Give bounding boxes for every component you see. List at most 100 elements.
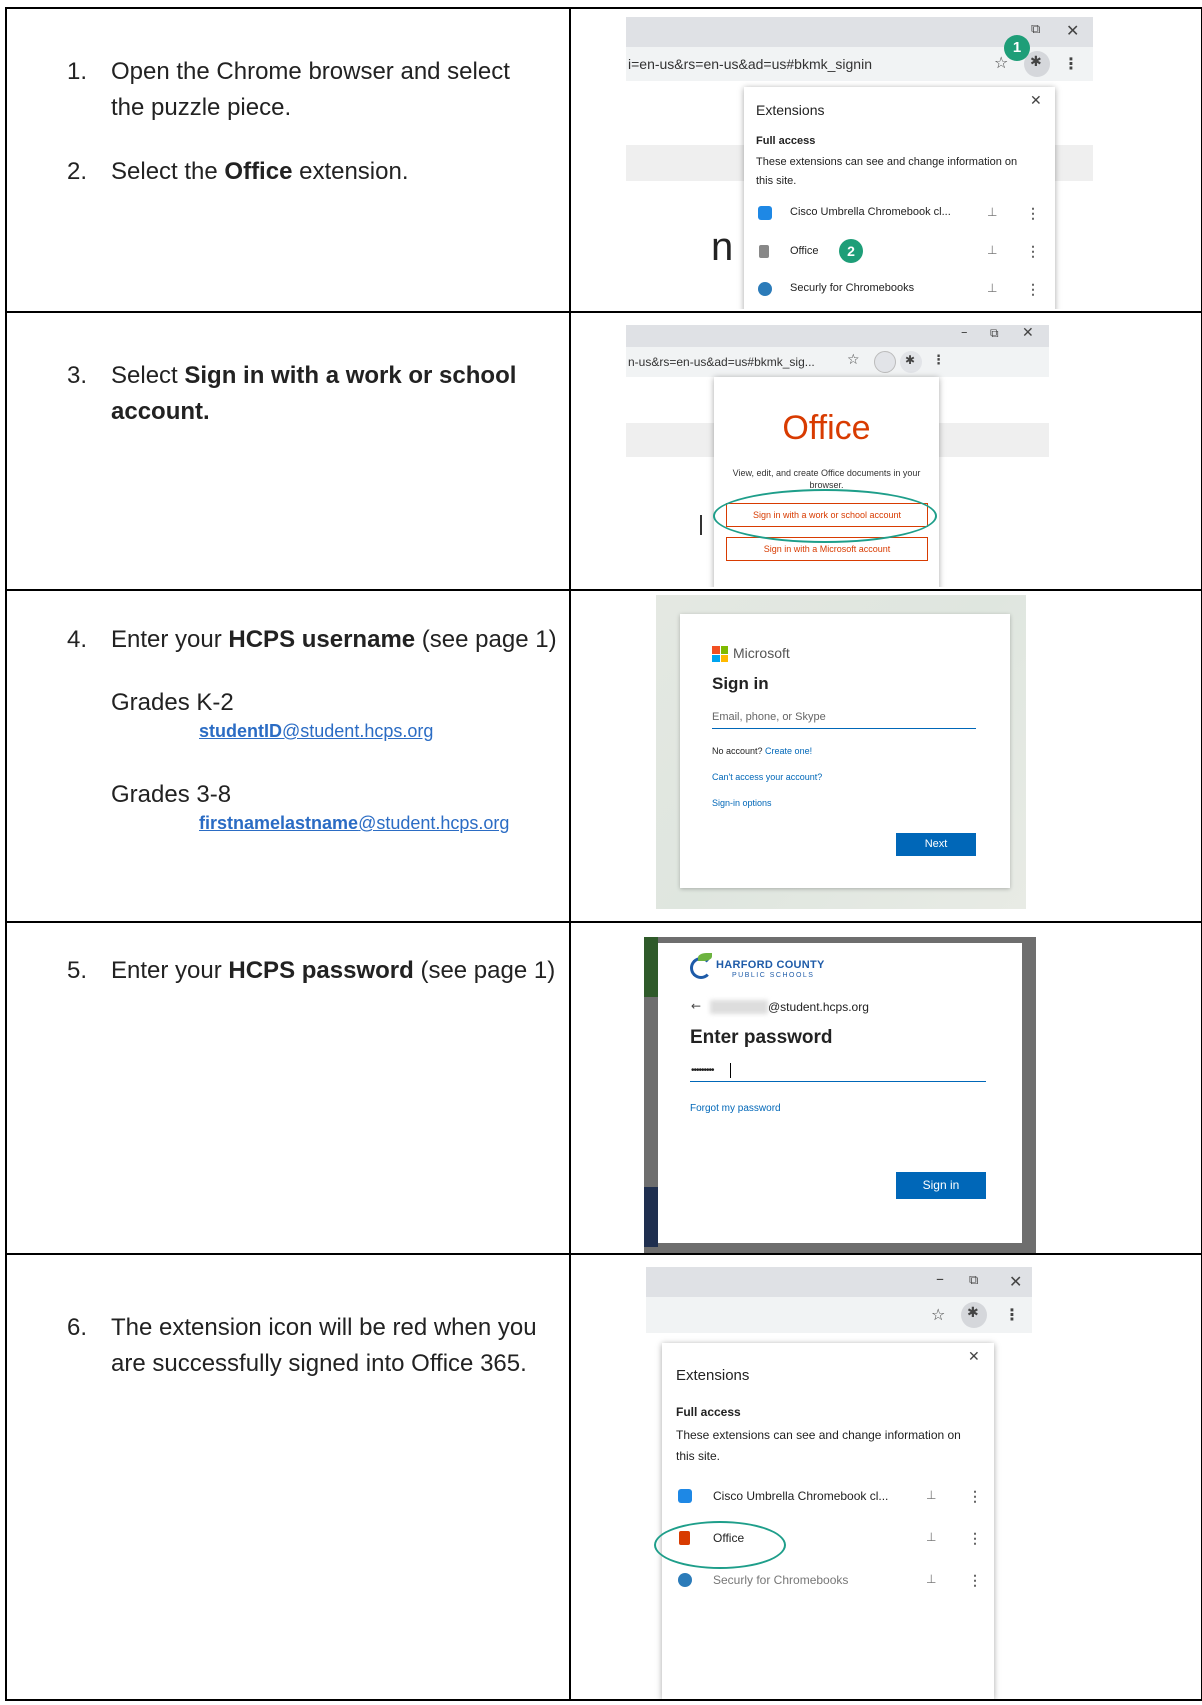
- grades-3-8-label: Grades 3-8: [111, 781, 232, 808]
- step-row-5: 5. Enter your HCPS password (see page 1)…: [5, 921, 1202, 1255]
- step-6: 6. The extension icon will be red when y…: [67, 1314, 537, 1377]
- email-input[interactable]: Email, phone, or Skype: [712, 711, 826, 723]
- minimize-icon[interactable]: –: [936, 1269, 944, 1288]
- step-text-cell: 4. Enter your HCPS username (see page 1)…: [5, 589, 571, 923]
- step-row-3: 3. Select Sign in with a work or school …: [5, 311, 1202, 591]
- extension-item-office[interactable]: Office 2 ⊥ ⋮: [744, 233, 1055, 271]
- microsoft-logo-icon: [712, 646, 728, 662]
- forgot-password-link[interactable]: Forgot my password: [690, 1103, 781, 1114]
- bookmark-star-icon[interactable]: ☆: [847, 352, 860, 368]
- cisco-icon: [758, 206, 772, 220]
- bookmark-star-icon[interactable]: ☆: [931, 1305, 945, 1324]
- puzzle-icon: ✱: [1030, 54, 1042, 70]
- pin-icon[interactable]: ⊥: [987, 281, 997, 295]
- pin-icon[interactable]: ⊥: [926, 1572, 936, 1586]
- full-access-description: These extensions can see and change info…: [756, 156, 1018, 187]
- create-account-link[interactable]: Create one!: [765, 746, 812, 756]
- full-access-description: These extensions can see and change info…: [676, 1428, 961, 1463]
- restore-icon[interactable]: ⧉: [969, 1273, 978, 1288]
- pin-icon[interactable]: ⊥: [987, 205, 997, 219]
- chrome-menu-icon[interactable]: ⋮: [1063, 54, 1079, 73]
- more-icon[interactable]: ⋮: [968, 1572, 982, 1589]
- office-description: View, edit, and create Office documents …: [732, 468, 921, 490]
- popup-title: Extensions: [676, 1367, 750, 1384]
- hcps-logo-text: HARFORD COUNTY: [716, 959, 825, 971]
- microsoft-signin-screenshot: Microsoft Sign in Email, phone, or Skype…: [656, 595, 1026, 909]
- step-row-4: 4. Enter your HCPS username (see page 1)…: [5, 589, 1202, 923]
- account-email: @student.hcps.org: [768, 1000, 869, 1014]
- step-text-cell: 3. Select Sign in with a work or school …: [5, 311, 571, 591]
- popup-title: Extensions: [756, 102, 825, 118]
- more-icon[interactable]: ⋮: [1026, 205, 1040, 222]
- extension-item-cisco[interactable]: Cisco Umbrella Chromebook cl... ⊥ ⋮: [744, 195, 1055, 233]
- securly-icon: [758, 282, 772, 296]
- more-icon[interactable]: ⋮: [1026, 281, 1040, 298]
- instruction-document: 1. Open the Chrome browser and select th…: [5, 7, 1202, 1701]
- hcps-password-screenshot: HARFORD COUNTY PUBLIC SCHOOLS ← @student…: [644, 937, 1036, 1253]
- step-row-6: 6. The extension icon will be red when y…: [5, 1253, 1202, 1701]
- address-bar-url[interactable]: n-us&rs=en-us&ad=us#bkmk_sig...: [628, 355, 815, 369]
- chrome-menu-icon[interactable]: ⋮: [1004, 1305, 1020, 1324]
- screenshot-cell: ⧉ ✕ i=en-us&rs=en-us&ad=us#bkmk_signin ☆…: [569, 7, 1202, 313]
- step-text-cell: 5. Enter your HCPS password (see page 1): [5, 921, 571, 1255]
- more-icon[interactable]: ⋮: [968, 1488, 982, 1505]
- screenshot-cell: Microsoft Sign in Email, phone, or Skype…: [569, 589, 1202, 923]
- step-2: 2. Select the Office extension.: [67, 158, 409, 185]
- more-icon[interactable]: ⋮: [968, 1530, 982, 1547]
- background-page-text: n: [711, 225, 734, 269]
- full-access-heading: Full access: [676, 1405, 741, 1419]
- no-account-text: No account? Create one!: [712, 746, 813, 756]
- screenshot-cell: – ⧉ ✕ ☆ ✱ ⋮ Extensions ✕ Full access The…: [569, 1253, 1202, 1701]
- step-5: 5. Enter your HCPS password (see page 1): [67, 957, 556, 984]
- step-1: 1. Open the Chrome browser and select th…: [67, 58, 510, 121]
- sign-in-button[interactable]: Sign in: [896, 1172, 986, 1199]
- popup-close-icon[interactable]: ✕: [1030, 93, 1042, 109]
- callout-badge-1: 1: [1004, 35, 1030, 61]
- back-arrow-icon[interactable]: ←: [691, 999, 701, 1013]
- step-text-cell: 1. Open the Chrome browser and select th…: [5, 7, 571, 313]
- office-brand-title: Office: [782, 409, 871, 447]
- extension-item-securly[interactable]: Securly for Chromebooks ⊥ ⋮: [744, 271, 1055, 309]
- steps-table: 1. Open the Chrome browser and select th…: [5, 7, 1202, 1701]
- hcps-logo-subtext: PUBLIC SCHOOLS: [732, 972, 815, 979]
- step-4: 4. Enter your HCPS username (see page 1): [67, 626, 557, 653]
- highlight-oval: [654, 1521, 786, 1569]
- extension-item-cisco[interactable]: Cisco Umbrella Chromebook cl... ⊥ ⋮: [662, 1475, 994, 1517]
- restore-icon[interactable]: ⧉: [1031, 22, 1040, 37]
- grades-k2-email: studentID@student.hcps.org: [199, 721, 434, 741]
- grades-3-8-email: firstnamelastname@student.hcps.org: [199, 813, 510, 833]
- address-bar-url[interactable]: i=en-us&rs=en-us&ad=us#bkmk_signin: [628, 56, 872, 72]
- popup-close-icon[interactable]: ✕: [968, 1349, 980, 1365]
- cisco-icon: [678, 1489, 692, 1503]
- callout-badge-2: 2: [839, 239, 863, 263]
- step-row-1-2: 1. Open the Chrome browser and select th…: [5, 7, 1202, 313]
- close-window-icon[interactable]: ✕: [1009, 1272, 1022, 1291]
- puzzle-icon: ✱: [905, 353, 916, 367]
- password-card: HARFORD COUNTY PUBLIC SCHOOLS ← @student…: [658, 943, 1022, 1243]
- extensions-success-screenshot: – ⧉ ✕ ☆ ✱ ⋮ Extensions ✕ Full access The…: [646, 1267, 1032, 1699]
- office-popup: Office View, edit, and create Office doc…: [714, 377, 939, 587]
- chrome-menu-icon[interactable]: ⋮: [932, 353, 945, 368]
- restore-icon[interactable]: ⧉: [990, 326, 999, 341]
- highlight-oval: [713, 489, 937, 543]
- office-extension-button[interactable]: [874, 351, 896, 373]
- screenshot-cell: – ⧉ ✕ n-us&rs=en-us&ad=us#bkmk_sig... ☆ …: [569, 311, 1202, 591]
- signin-card: Microsoft Sign in Email, phone, or Skype…: [680, 614, 1010, 888]
- step-3: 3. Select Sign in with a work or school …: [67, 362, 517, 425]
- office-signin-screenshot: – ⧉ ✕ n-us&rs=en-us&ad=us#bkmk_sig... ☆ …: [626, 325, 1049, 587]
- signin-options-link[interactable]: Sign-in options: [712, 798, 772, 808]
- cant-access-link[interactable]: Can't access your account?: [712, 772, 822, 782]
- pin-icon[interactable]: ⊥: [987, 243, 997, 257]
- pin-icon[interactable]: ⊥: [926, 1488, 936, 1502]
- more-icon[interactable]: ⋮: [1026, 243, 1040, 260]
- minimize-icon[interactable]: –: [961, 325, 968, 340]
- close-window-icon[interactable]: ✕: [1022, 325, 1034, 341]
- securly-icon: [678, 1573, 692, 1587]
- pin-icon[interactable]: ⊥: [926, 1530, 936, 1544]
- signin-title: Sign in: [712, 674, 769, 693]
- next-button[interactable]: Next: [896, 833, 976, 856]
- close-window-icon[interactable]: ✕: [1066, 21, 1079, 40]
- extensions-popup: Extensions ✕ Full access These extension…: [744, 87, 1055, 309]
- password-input[interactable]: •••••••••: [691, 1065, 714, 1076]
- full-access-heading: Full access: [756, 135, 816, 147]
